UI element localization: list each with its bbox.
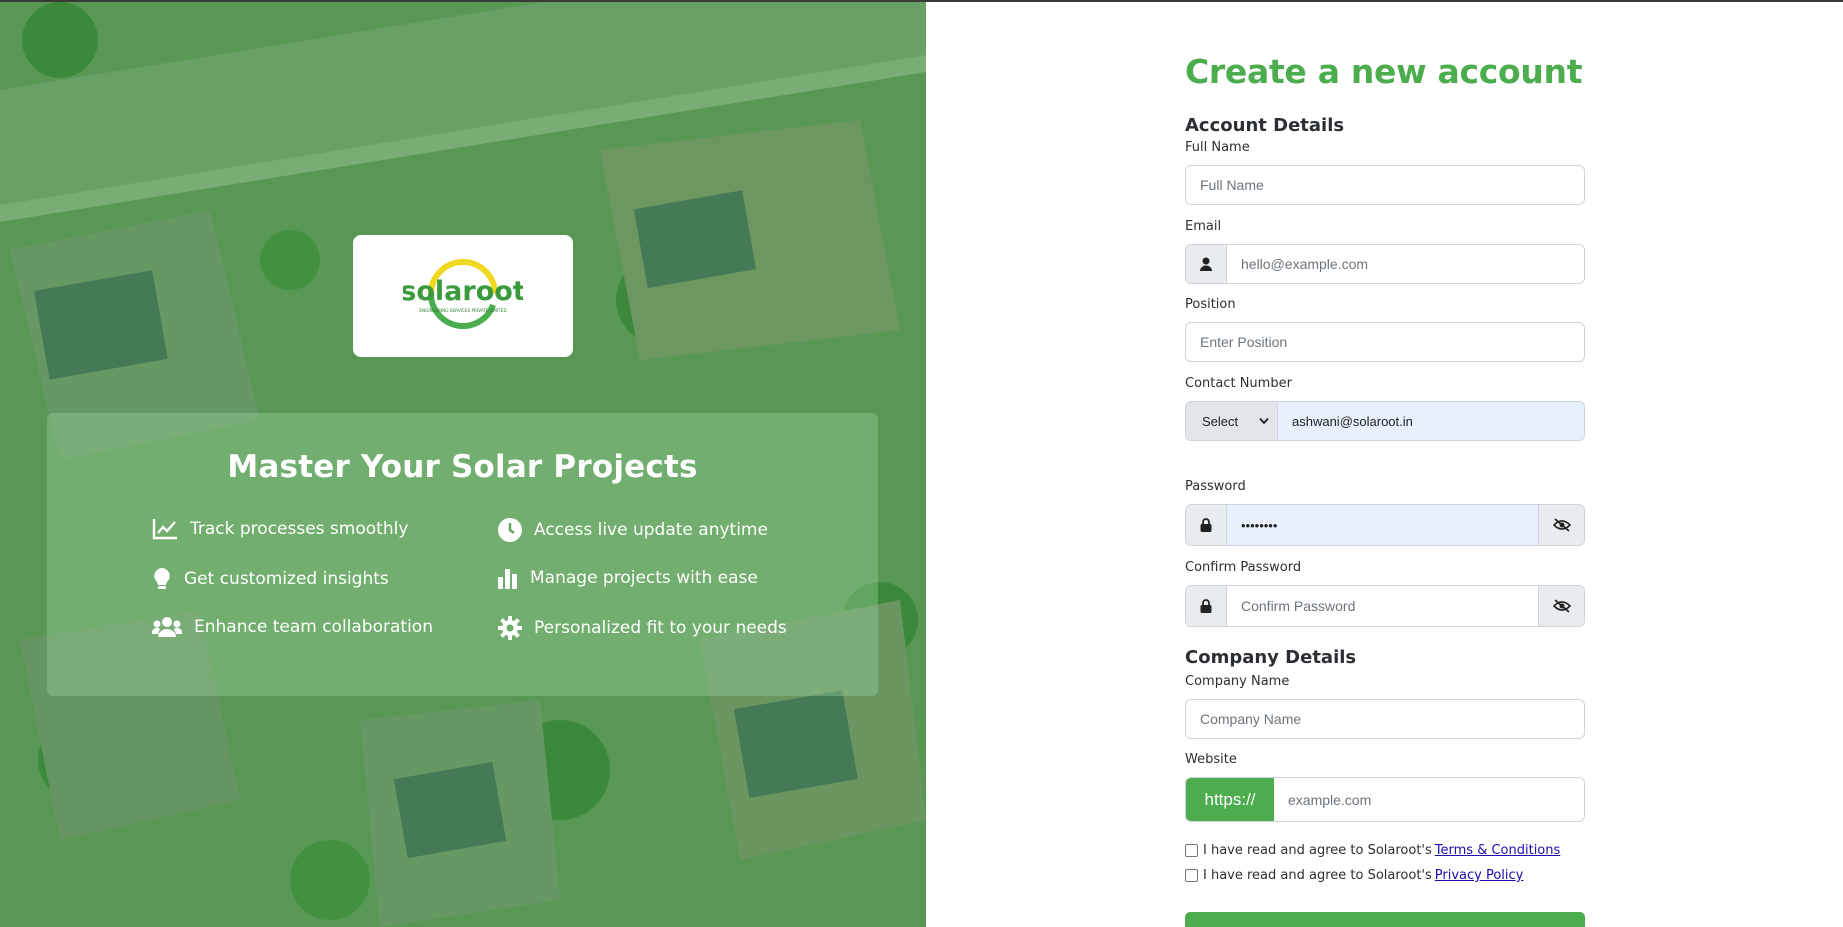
lock-icon: [1186, 505, 1227, 545]
feature-label: Personalized fit to your needs: [534, 618, 787, 638]
feature-item: Enhance team collaboration: [152, 616, 433, 638]
country-code-select[interactable]: Select: [1186, 402, 1278, 440]
feature-item: Access live update anytime: [498, 518, 768, 542]
user-icon: [1186, 245, 1227, 283]
terms-text: I have read and agree to Solaroot's: [1203, 843, 1432, 858]
features-panel: Master Your Solar Projects Track process…: [47, 413, 878, 696]
email-field[interactable]: hello@example.com: [1185, 244, 1585, 284]
account-details-heading: Account Details: [1185, 115, 1345, 136]
website-field: https:// example.com: [1185, 777, 1585, 822]
email-label: Email: [1185, 219, 1222, 234]
top-border: [0, 0, 1843, 2]
privacy-text: I have read and agree to Solaroot's: [1203, 868, 1432, 883]
email-placeholder: hello@example.com: [1241, 256, 1369, 272]
toggle-password-visibility[interactable]: [1538, 505, 1584, 545]
https-prefix: https://: [1186, 778, 1274, 821]
position-label: Position: [1185, 297, 1236, 312]
feature-label: Track processes smoothly: [190, 519, 409, 539]
country-code-value: Select: [1202, 413, 1239, 429]
feature-item: Manage projects with ease: [498, 567, 758, 589]
position-placeholder: Enter Position: [1200, 334, 1288, 350]
logo-card: solaroot ENGINEERING SERVICES PRIVATE LI…: [353, 235, 573, 357]
feature-item: Personalized fit to your needs: [498, 616, 787, 640]
lightbulb-icon: [152, 567, 172, 591]
clock-icon: [498, 518, 522, 542]
eye-slash-icon: [1552, 599, 1571, 613]
confirm-password-label: Confirm Password: [1185, 560, 1302, 575]
contact-number-value: ashwani@solaroot.in: [1292, 413, 1413, 429]
password-field: ••••••••: [1185, 504, 1585, 546]
password-label: Password: [1185, 479, 1246, 494]
feature-label: Manage projects with ease: [530, 568, 758, 588]
contact-number-input[interactable]: ashwani@solaroot.in: [1278, 402, 1584, 440]
full-name-placeholder: Full Name: [1200, 177, 1264, 193]
brand-name: solaroot: [403, 276, 523, 307]
position-input[interactable]: Enter Position: [1185, 322, 1585, 362]
feature-item: Track processes smoothly: [152, 518, 408, 540]
toggle-confirm-password-visibility[interactable]: [1538, 586, 1584, 626]
hero-panel: solaroot ENGINEERING SERVICES PRIVATE LI…: [0, 0, 926, 927]
password-value: ••••••••: [1241, 517, 1278, 533]
confirm-password-input[interactable]: Confirm Password: [1227, 586, 1538, 626]
website-placeholder: example.com: [1288, 791, 1372, 808]
company-details-heading: Company Details: [1185, 647, 1357, 668]
eye-slash-icon: [1552, 518, 1571, 532]
terms-agreement: I have read and agree to Solaroot's Term…: [1185, 843, 1560, 858]
company-name-label: Company Name: [1185, 674, 1290, 689]
gear-icon: [498, 616, 522, 640]
bar-chart-icon: [498, 567, 518, 589]
contact-number-group: Select ashwani@solaroot.in: [1185, 401, 1585, 441]
feature-label: Enhance team collaboration: [194, 617, 433, 637]
website-label: Website: [1185, 752, 1237, 767]
users-icon: [152, 616, 182, 638]
confirm-password-field: Confirm Password: [1185, 585, 1585, 627]
register-button[interactable]: [1185, 912, 1585, 927]
feature-label: Get customized insights: [184, 569, 389, 589]
privacy-link[interactable]: Privacy Policy: [1435, 868, 1524, 883]
password-input[interactable]: ••••••••: [1227, 505, 1538, 545]
website-input[interactable]: example.com: [1274, 778, 1584, 821]
hero-title: Master Your Solar Projects: [227, 449, 698, 485]
chevron-down-icon: [1259, 417, 1269, 425]
terms-link[interactable]: Terms & Conditions: [1435, 843, 1561, 858]
company-name-input[interactable]: Company Name: [1185, 699, 1585, 739]
solaroot-logo: solaroot ENGINEERING SERVICES PRIVATE LI…: [403, 259, 523, 329]
feature-item: Get customized insights: [152, 567, 389, 591]
full-name-input[interactable]: Full Name: [1185, 165, 1585, 205]
full-name-label: Full Name: [1185, 140, 1250, 155]
company-name-placeholder: Company Name: [1200, 711, 1302, 727]
confirm-password-placeholder: Confirm Password: [1241, 598, 1356, 614]
privacy-agreement: I have read and agree to Solaroot's Priv…: [1185, 868, 1523, 883]
privacy-checkbox[interactable]: [1185, 869, 1198, 882]
chart-line-icon: [152, 518, 178, 540]
contact-number-label: Contact Number: [1185, 376, 1292, 391]
lock-icon: [1186, 586, 1227, 626]
brand-tagline: ENGINEERING SERVICES PRIVATE LIMITED: [419, 308, 506, 313]
page-title: Create a new account: [1185, 52, 1583, 91]
terms-checkbox[interactable]: [1185, 844, 1198, 857]
feature-label: Access live update anytime: [534, 520, 768, 540]
